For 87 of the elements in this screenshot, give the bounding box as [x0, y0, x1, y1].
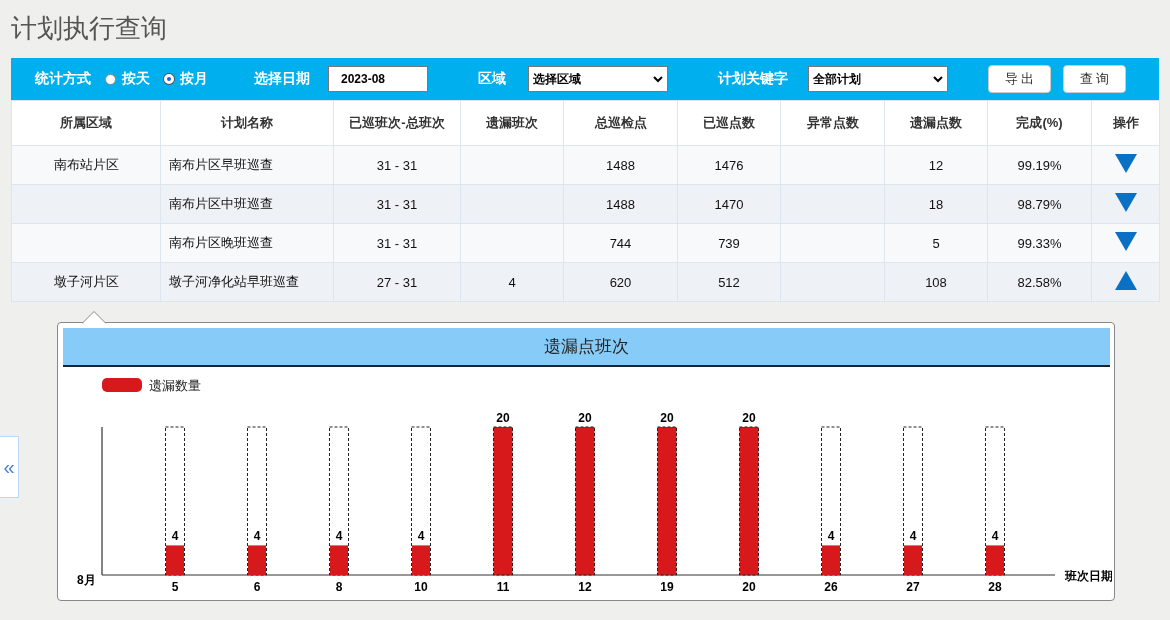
x-axis-label: 班次日期: [1065, 569, 1112, 583]
bar-value-label: 4: [335, 529, 343, 544]
bar: [330, 545, 348, 575]
bar-value-label: 4: [827, 529, 835, 544]
table-cell: 南布站片区: [11, 145, 161, 185]
bar: [166, 545, 184, 575]
collapse-button[interactable]: [1114, 271, 1137, 290]
table-cell: 12: [884, 145, 988, 185]
plan-select[interactable]: 全部计划: [808, 66, 948, 92]
x-tick-label: 11: [496, 580, 510, 594]
column-header: 异常点数: [780, 100, 885, 146]
table-cell: 墩子河净化站早班巡查: [160, 262, 334, 302]
column-header: 操作: [1091, 100, 1160, 146]
month-label: 8月: [77, 573, 96, 587]
table-cell: 1476: [677, 145, 781, 185]
bar-value-label: 4: [253, 529, 261, 544]
table-cell: 1470: [677, 184, 781, 224]
bar-value-label: 4: [417, 529, 425, 544]
table-cell: 98.79%: [987, 184, 1092, 224]
table-cell: 南布片区晚班巡查: [160, 223, 334, 263]
bar: [904, 545, 922, 575]
table-cell: 1488: [563, 145, 678, 185]
radio-button[interactable]: [105, 73, 116, 85]
table-cell: 31 - 31: [333, 184, 461, 224]
field-label: 统计方式: [35, 70, 91, 88]
column-header: 计划名称: [160, 100, 334, 146]
radio-label: 按天: [122, 70, 150, 88]
table-cell: 99.19%: [987, 145, 1092, 185]
export-button[interactable]: 导 出: [988, 65, 1051, 93]
column-header: 总巡检点: [563, 100, 678, 146]
bar-value-label: 4: [171, 529, 179, 544]
bar: [248, 545, 266, 575]
table-cell: 108: [884, 262, 988, 302]
field-label: 计划关键字: [718, 70, 788, 88]
collapse-tab[interactable]: «: [0, 436, 19, 498]
bar: [986, 545, 1004, 575]
chart-title: 遗漏点班次: [63, 328, 1110, 367]
x-tick-label: 6: [253, 580, 261, 594]
query-button[interactable]: 查 询: [1063, 65, 1126, 93]
x-tick-label: 26: [824, 580, 838, 594]
table-cell: 4: [460, 262, 564, 302]
date-field[interactable]: 2023-08: [328, 66, 428, 92]
column-header: 遗漏点数: [884, 100, 988, 146]
x-tick-label: 19: [660, 580, 674, 594]
bar-value-label: 4: [991, 529, 999, 544]
field-label: 选择日期: [254, 70, 310, 88]
bar: [822, 545, 840, 575]
chevron-down-icon: [933, 75, 943, 83]
bar: [412, 545, 430, 575]
x-tick-label: 20: [742, 580, 756, 594]
bar-value-label: 20: [660, 411, 674, 425]
table-cell: 744: [563, 223, 678, 263]
field-label: 区域: [478, 70, 506, 88]
area-select[interactable]: 选择区域: [528, 66, 668, 92]
table-cell: 18: [884, 184, 988, 224]
table-cell: 南布片区早班巡查: [160, 145, 334, 185]
table-cell: 512: [677, 262, 781, 302]
table-cell: 墩子河片区: [11, 262, 161, 302]
page-title: 计划执行查询: [11, 12, 168, 45]
bar-value-label: 20: [496, 411, 510, 425]
table-cell: 99.33%: [987, 223, 1092, 263]
column-header: 所属区域: [11, 100, 161, 146]
table-cell: 620: [563, 262, 678, 302]
table-cell: 82.58%: [987, 262, 1092, 302]
table-cell: 31 - 31: [333, 145, 461, 185]
bar-value-label: 20: [578, 411, 592, 425]
x-tick-label: 27: [906, 580, 920, 594]
table-cell: 南布片区中班巡查: [160, 184, 334, 224]
table-cell: 1488: [563, 184, 678, 224]
column-header: 完成(%): [987, 100, 1092, 146]
bar-value-label: 20: [742, 411, 756, 425]
column-header: 已巡班次-总班次: [333, 100, 461, 146]
table-cell: 5: [884, 223, 988, 263]
radio-label: 按月: [180, 70, 208, 88]
table-cell: 739: [677, 223, 781, 263]
table-cell: 27 - 31: [333, 262, 461, 302]
legend-label: 遗漏数量: [149, 378, 201, 393]
x-tick-label: 10: [414, 580, 428, 594]
chevron-down-icon: [653, 75, 663, 83]
table-cell: 31 - 31: [333, 223, 461, 263]
x-tick-label: 12: [578, 580, 592, 594]
x-tick-label: 8: [335, 580, 343, 594]
bar-value-label: 4: [909, 529, 917, 544]
column-header: 遗漏班次: [460, 100, 564, 146]
column-header: 已巡点数: [677, 100, 781, 146]
x-tick-label: 28: [988, 580, 1002, 594]
x-tick-label: 5: [171, 580, 179, 594]
